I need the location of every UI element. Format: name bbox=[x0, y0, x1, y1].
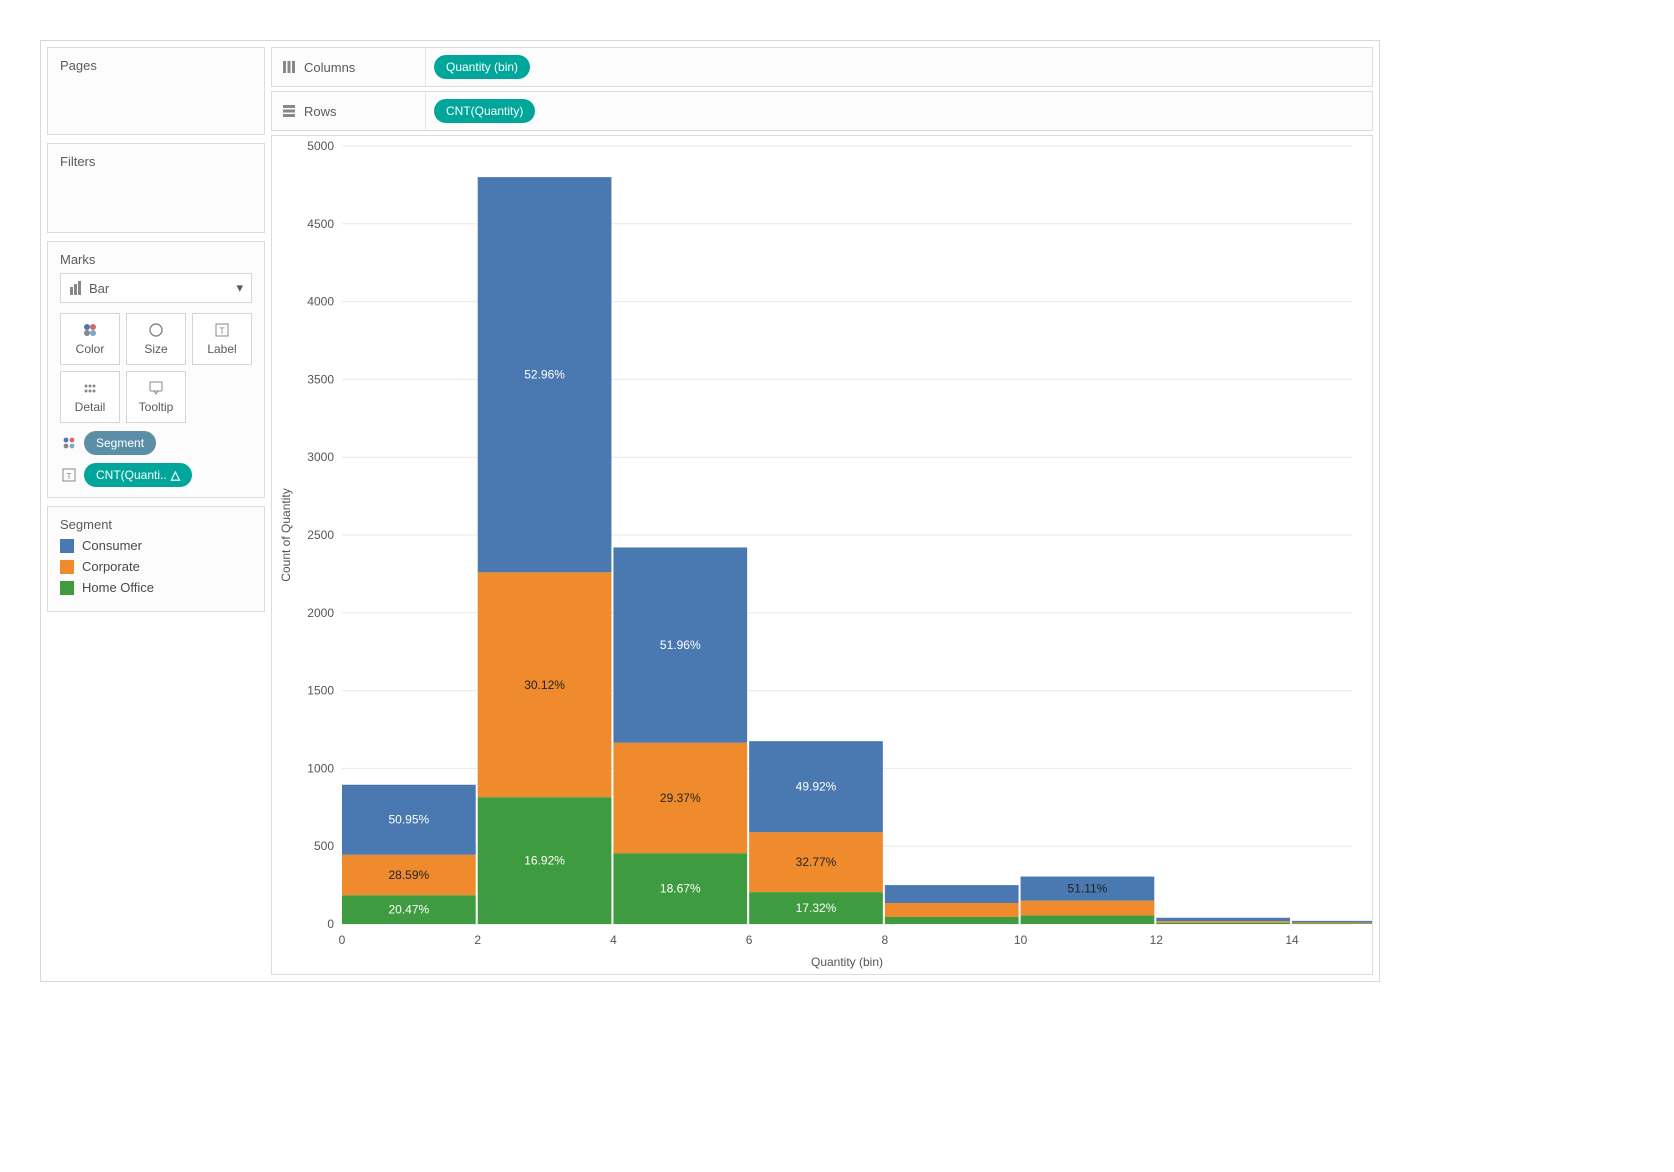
bar-segment[interactable] bbox=[1292, 922, 1372, 923]
svg-text:500: 500 bbox=[314, 839, 334, 853]
svg-text:3500: 3500 bbox=[307, 372, 334, 386]
legend-swatch bbox=[60, 560, 74, 574]
svg-text:2500: 2500 bbox=[307, 528, 334, 542]
svg-text:2000: 2000 bbox=[307, 606, 334, 620]
svg-text:1000: 1000 bbox=[307, 761, 334, 775]
chevron-down-icon: ▾ bbox=[236, 280, 243, 296]
legend-swatch bbox=[60, 581, 74, 595]
svg-text:T: T bbox=[219, 326, 225, 336]
svg-text:5000: 5000 bbox=[307, 139, 334, 153]
tooltip-button[interactable]: Tooltip bbox=[126, 371, 186, 423]
bar-segment[interactable] bbox=[1021, 915, 1155, 924]
legend-label: Corporate bbox=[82, 559, 140, 574]
bar-pct-label: 50.95% bbox=[389, 813, 430, 827]
label-icon: T bbox=[214, 322, 230, 338]
table-calc-icon: △ bbox=[171, 468, 180, 482]
rows-shelf[interactable]: Rows CNT(Quantity) bbox=[271, 91, 1373, 131]
svg-text:12: 12 bbox=[1150, 933, 1164, 947]
legend-swatch bbox=[60, 539, 74, 553]
bar-pct-label: 52.96% bbox=[524, 368, 565, 382]
color-icon bbox=[82, 322, 98, 338]
bar-segment[interactable] bbox=[885, 917, 1019, 924]
bar-pct-label: 51.96% bbox=[660, 638, 701, 652]
pages-shelf[interactable]: Pages bbox=[47, 47, 265, 135]
svg-text:6: 6 bbox=[746, 933, 753, 947]
legend-item[interactable]: Consumer bbox=[60, 538, 252, 553]
filters-title: Filters bbox=[60, 154, 252, 169]
chart-viewport[interactable]: 0 500 1000 1500 2000 2500 3000 3500 4000 4500 5000… bbox=[271, 135, 1373, 975]
svg-text:4500: 4500 bbox=[307, 217, 334, 231]
svg-text:Count of Quantity: Count of Quantity bbox=[279, 488, 293, 581]
bar-icon bbox=[69, 281, 83, 295]
label-button[interactable]: T Label bbox=[192, 313, 252, 365]
legend-label: Consumer bbox=[82, 538, 142, 553]
bar-pct-label: 32.77% bbox=[796, 855, 837, 869]
bar-segment[interactable] bbox=[1156, 918, 1290, 921]
segment-pill[interactable]: Segment bbox=[84, 431, 156, 455]
bar-segment[interactable] bbox=[1156, 923, 1290, 924]
legend-item[interactable]: Home Office bbox=[60, 580, 252, 595]
bar-pct-label: 16.92% bbox=[524, 854, 565, 868]
filters-shelf[interactable]: Filters bbox=[47, 143, 265, 233]
marks-cnt-row[interactable]: T CNT(Quanti..△ bbox=[60, 463, 252, 487]
mark-type-label: Bar bbox=[89, 281, 109, 296]
tooltip-icon bbox=[148, 380, 164, 396]
bar-pct-label: 18.67% bbox=[660, 882, 701, 896]
view-area: Columns Quantity (bin) Rows CNT(Quantity… bbox=[271, 47, 1373, 975]
legend-label: Home Office bbox=[82, 580, 154, 595]
size-icon bbox=[148, 322, 164, 338]
size-button[interactable]: Size bbox=[126, 313, 186, 365]
bar-pct-label: 29.37% bbox=[660, 791, 701, 805]
bar-pct-label: 49.92% bbox=[796, 780, 837, 794]
tableau-worksheet: Pages Filters Marks Bar ▾ bbox=[40, 40, 1380, 982]
marks-title: Marks bbox=[60, 252, 252, 267]
color-icon bbox=[60, 436, 78, 450]
legend-item[interactable]: Corporate bbox=[60, 559, 252, 574]
marks-segment-row[interactable]: Segment bbox=[60, 431, 252, 455]
svg-text:Quantity (bin): Quantity (bin) bbox=[811, 955, 883, 969]
bar-segment[interactable] bbox=[1292, 923, 1372, 924]
detail-icon bbox=[82, 380, 98, 396]
svg-text:1500: 1500 bbox=[307, 684, 334, 698]
columns-label: Columns bbox=[304, 60, 355, 75]
bar-segment[interactable] bbox=[1156, 921, 1290, 923]
svg-text:0: 0 bbox=[327, 917, 334, 931]
bar-pct-label: 51.11% bbox=[1068, 882, 1108, 896]
bar-segment[interactable] bbox=[885, 885, 1019, 903]
color-button[interactable]: Color bbox=[60, 313, 120, 365]
bar-pct-label: 30.12% bbox=[524, 678, 565, 692]
mark-type-dropdown[interactable]: Bar ▾ bbox=[60, 273, 252, 303]
svg-text:3000: 3000 bbox=[307, 450, 334, 464]
rows-icon bbox=[282, 104, 296, 118]
rows-label: Rows bbox=[304, 104, 337, 119]
bar-segment[interactable] bbox=[1292, 921, 1372, 923]
bar-segment[interactable] bbox=[885, 903, 1019, 917]
color-legend[interactable]: Segment Consumer Corporate Home Office bbox=[47, 506, 265, 612]
svg-text:4000: 4000 bbox=[307, 295, 334, 309]
legend-title: Segment bbox=[60, 517, 252, 532]
bar-pct-label: 17.32% bbox=[796, 901, 837, 915]
left-sidebar: Pages Filters Marks Bar ▾ bbox=[47, 47, 265, 975]
svg-text:8: 8 bbox=[882, 933, 889, 947]
columns-pill[interactable]: Quantity (bin) bbox=[434, 55, 530, 79]
detail-button[interactable]: Detail bbox=[60, 371, 120, 423]
columns-icon bbox=[282, 60, 296, 74]
svg-text:4: 4 bbox=[610, 933, 617, 947]
bar-segment[interactable] bbox=[1021, 901, 1155, 916]
bar-pct-label: 20.47% bbox=[389, 903, 430, 917]
svg-text:14: 14 bbox=[1285, 933, 1299, 947]
svg-text:2: 2 bbox=[474, 933, 481, 947]
svg-text:0: 0 bbox=[339, 933, 346, 947]
pages-title: Pages bbox=[60, 58, 252, 73]
svg-text:T: T bbox=[67, 472, 72, 481]
columns-shelf[interactable]: Columns Quantity (bin) bbox=[271, 47, 1373, 87]
bar-pct-label: 28.59% bbox=[389, 868, 430, 882]
label-icon: T bbox=[60, 468, 78, 482]
cnt-quantity-pill[interactable]: CNT(Quanti..△ bbox=[84, 463, 192, 487]
rows-pill[interactable]: CNT(Quantity) bbox=[434, 99, 535, 123]
svg-text:10: 10 bbox=[1014, 933, 1028, 947]
marks-card: Marks Bar ▾ Color bbox=[47, 241, 265, 498]
